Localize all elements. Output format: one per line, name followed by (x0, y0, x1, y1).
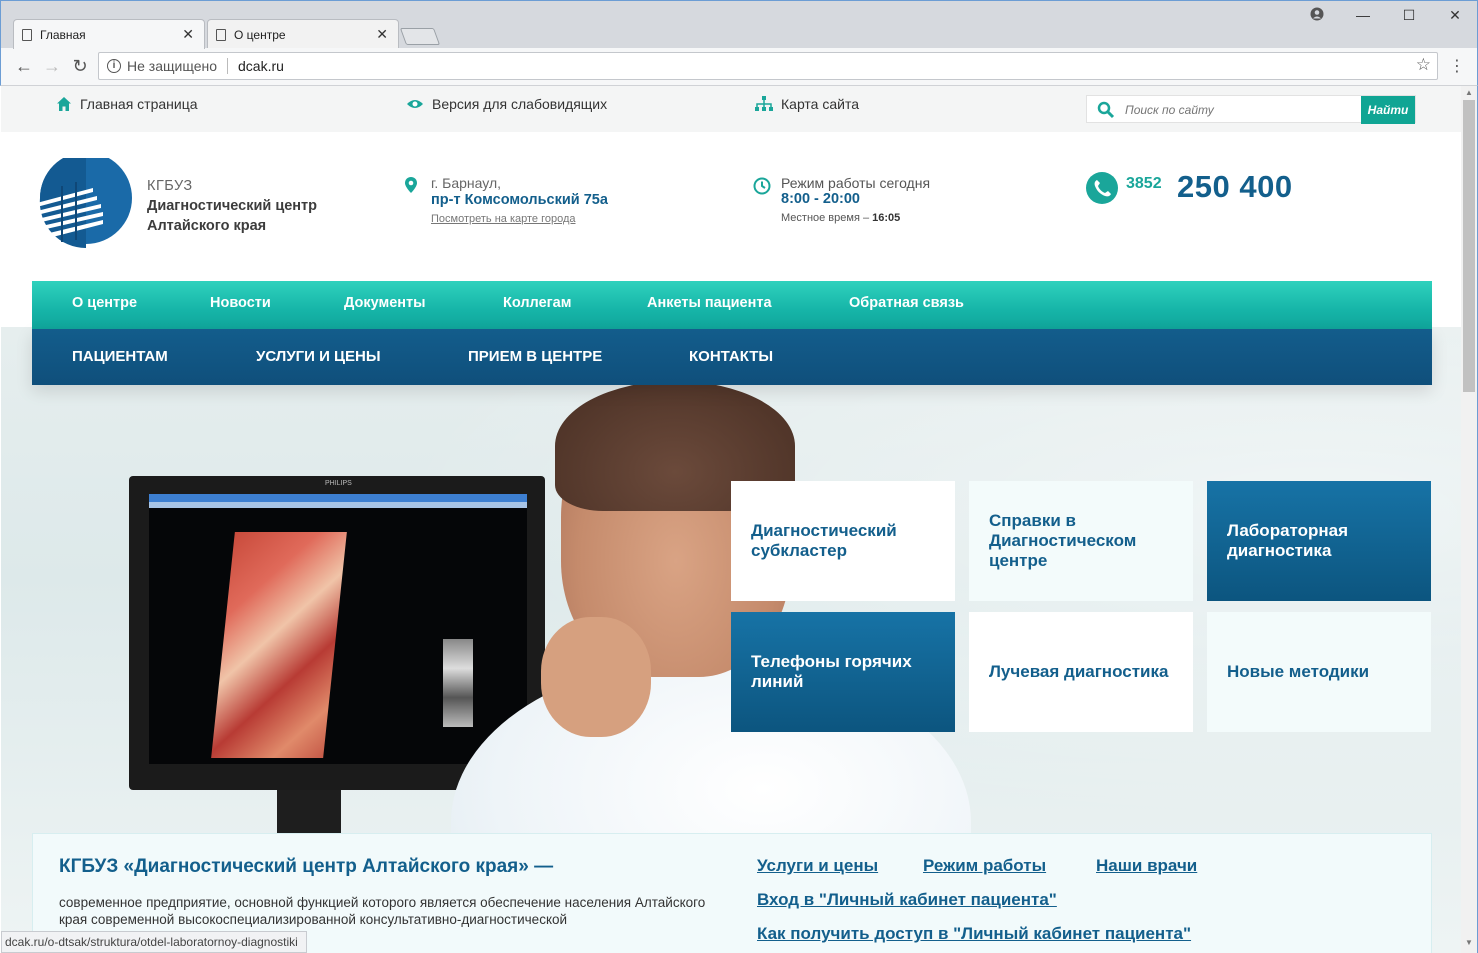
local-time: Местное время – 16:05 (781, 210, 1001, 226)
scroll-thumb[interactable] (1463, 100, 1475, 392)
low-vision-link[interactable]: Версия для слабовидящих (406, 96, 607, 112)
home-link-label: Главная страница (80, 96, 198, 112)
nav-services-prices[interactable]: УСЛУГИ И ЦЕНЫ (256, 348, 381, 365)
page-scrollbar[interactable]: ▲ ▼ (1461, 86, 1478, 953)
address-bar[interactable]: i Не защищено dcak.ru ☆ (98, 52, 1438, 80)
browser-tab-strip: Главная ✕ О центре ✕ — ☐ ✕ (0, 0, 1478, 49)
page-icon (216, 28, 226, 41)
nav-documents[interactable]: Документы (344, 295, 426, 311)
home-link[interactable]: Главная страница (56, 96, 198, 112)
search-icon (1097, 101, 1115, 119)
search-button[interactable]: Найти (1361, 96, 1415, 124)
close-tab-icon[interactable]: ✕ (376, 26, 388, 43)
org-name-line2: Алтайского края (147, 218, 267, 234)
local-time-label: Местное время – (781, 212, 870, 224)
hours-title: Режим работы сегодня (781, 175, 931, 191)
tab-title: Главная (40, 27, 86, 42)
phone-code: 3852 (1126, 175, 1162, 192)
link-doctors[interactable]: Наши врачи (1096, 856, 1197, 876)
link-schedule[interactable]: Режим работы (923, 856, 1046, 876)
tab-title: О центре (234, 27, 286, 42)
secondary-nav: ПАЦИЕНТАМ УСЛУГИ И ЦЕНЫ ПРИЕМ В ЦЕНТРЕ К… (32, 329, 1432, 385)
primary-nav: О центре Новости Документы Коллегам Анке… (32, 281, 1432, 329)
local-time-value: 16:05 (872, 212, 901, 224)
nav-patients[interactable]: ПАЦИЕНТАМ (72, 348, 168, 365)
nav-news[interactable]: Новости (210, 295, 271, 311)
divider (227, 58, 228, 74)
eye-icon (407, 100, 423, 108)
browser-menu-icon[interactable]: ⋮ (1449, 56, 1465, 78)
address-street: пр-т Комсомольский 75а (431, 192, 608, 208)
clock-icon (753, 177, 771, 195)
reload-icon[interactable]: ↻ (69, 55, 91, 77)
scroll-up-icon[interactable]: ▲ (1464, 88, 1474, 97)
minimize-icon[interactable]: — (1353, 7, 1373, 23)
security-label: Не защищено (127, 58, 217, 74)
nav-contacts[interactable]: КОНТАКТЫ (689, 348, 773, 365)
about-description: современное предприятие, основной функци… (59, 895, 706, 927)
nav-reception[interactable]: ПРИЕМ В ЦЕНТРЕ (468, 348, 602, 365)
about-title: КГБУЗ «Диагностический центр Алтайского … (59, 856, 554, 877)
tab-about[interactable]: О центре ✕ (207, 19, 399, 49)
tile-hotlines[interactable]: Телефоны горячих линий (731, 612, 955, 732)
phone-number: 250 400 (1177, 169, 1293, 204)
bookmark-star-icon[interactable]: ☆ (1416, 55, 1431, 75)
nav-about[interactable]: О центре (72, 295, 137, 311)
tab-home[interactable]: Главная ✕ (13, 19, 205, 49)
page-icon (22, 28, 32, 41)
close-window-icon[interactable]: ✕ (1445, 7, 1465, 24)
web-page: Главная страница Версия для слабовидящих… (1, 86, 1461, 953)
browser-toolbar: ← → ↻ i Не защищено dcak.ru ☆ ⋮ (0, 48, 1478, 86)
location-pin-icon (405, 177, 417, 193)
link-cabinet-access[interactable]: Как получить доступ в "Личный кабинет па… (757, 924, 1191, 944)
tile-radiology[interactable]: Лучевая диагностика (969, 612, 1193, 732)
link-services-prices[interactable]: Услуги и цены (757, 856, 878, 876)
close-tab-icon[interactable]: ✕ (182, 26, 194, 43)
link-cabinet-login[interactable]: Вход в "Личный кабинет пациента" (757, 890, 1057, 910)
home-icon (57, 97, 71, 111)
sitemap-link[interactable]: Карта сайта (755, 96, 859, 112)
scroll-down-icon[interactable]: ▼ (1464, 938, 1474, 947)
org-abbr: КГБУЗ (147, 178, 193, 194)
low-vision-label: Версия для слабовидящих (432, 96, 608, 112)
back-icon[interactable]: ← (13, 55, 35, 77)
org-name-line1: Диагностический центр (147, 198, 318, 214)
maximize-icon[interactable]: ☐ (1399, 7, 1419, 24)
tile-lab-diagnostics[interactable]: Лабораторная диагностика (1207, 481, 1431, 601)
hours-value: 8:00 - 20:00 (781, 191, 860, 207)
address-city: г. Барнаул, (431, 175, 502, 191)
center-logo[interactable] (31, 152, 135, 253)
status-bar-url: dcak.ru/o-dtsak/struktura/otdel-laborato… (1, 931, 307, 953)
nav-patient-forms[interactable]: Анкеты пациента (647, 295, 772, 311)
utility-bar: Главная страница Версия для слабовидящих… (1, 86, 1461, 132)
tile-diagnostic-subcluster[interactable]: Диагностический субкластер (731, 481, 955, 601)
new-tab-button[interactable] (399, 28, 441, 45)
tile-certificates[interactable]: Справки в Диагностическом центре (969, 481, 1193, 601)
url-text: dcak.ru (238, 58, 284, 74)
phone-icon (1086, 172, 1118, 204)
site-search: Найти (1086, 95, 1416, 124)
map-link[interactable]: Посмотреть на карте города (431, 213, 576, 225)
org-name: КГБУЗ Диагностический центр Алтайского к… (147, 176, 317, 236)
info-icon[interactable]: i (107, 59, 121, 73)
nav-colleagues[interactable]: Коллегам (503, 295, 571, 311)
nav-feedback[interactable]: Обратная связь (849, 295, 964, 311)
tile-new-methods[interactable]: Новые методики (1207, 612, 1431, 732)
search-input[interactable] (1125, 100, 1355, 120)
sitemap-label: Карта сайта (781, 96, 859, 112)
profile-icon[interactable] (1307, 7, 1327, 24)
sitemap-icon (755, 96, 773, 111)
forward-icon[interactable]: → (41, 55, 63, 77)
